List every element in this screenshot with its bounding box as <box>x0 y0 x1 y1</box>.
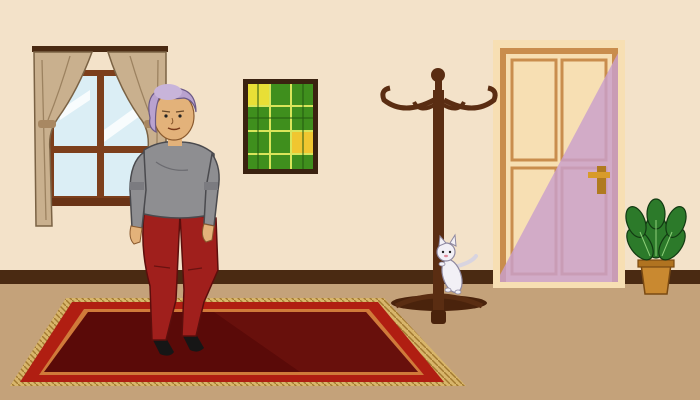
game-scene <box>0 0 700 400</box>
door[interactable] <box>493 40 625 288</box>
painting[interactable] <box>243 79 318 174</box>
scene-canvas <box>0 0 700 400</box>
door-handle[interactable] <box>597 166 606 194</box>
